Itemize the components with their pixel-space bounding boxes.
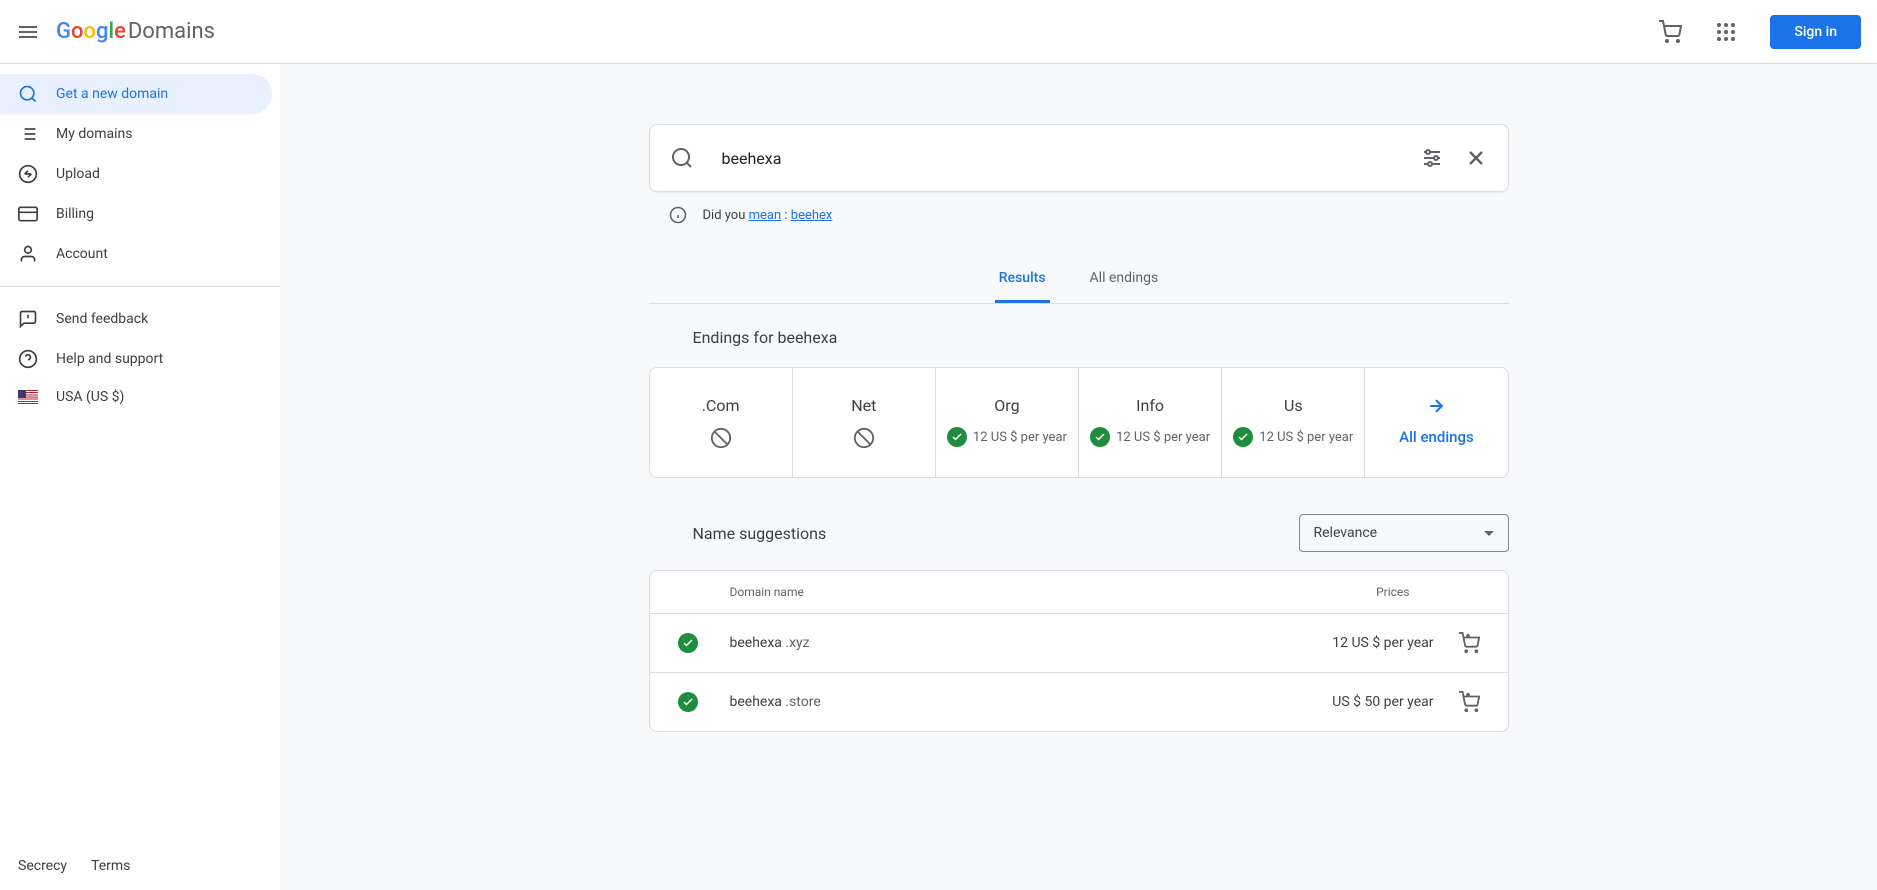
us-flag-icon (18, 390, 38, 404)
credit-card-icon (18, 204, 38, 224)
dropdown-arrow-icon (1484, 531, 1494, 536)
ending-info[interactable]: Info 12 US $ per year (1079, 368, 1222, 477)
close-icon[interactable] (1464, 146, 1488, 170)
dym-sep: : (781, 208, 791, 223)
table-row[interactable]: beehexa .xyz 12 US $ per year (650, 614, 1508, 673)
col-price-header: Prices (1280, 585, 1480, 599)
check-icon (947, 427, 967, 447)
sidebar-item-label: Account (56, 246, 108, 262)
header: Google Domains Sign in (0, 0, 1877, 64)
ending-price: 12 US $ per year (973, 430, 1067, 445)
table-row[interactable]: beehexa .store US $ 50 per year (650, 673, 1508, 731)
ending-price: 12 US $ per year (1259, 430, 1353, 445)
ending-us[interactable]: Us 12 US $ per year (1222, 368, 1365, 477)
check-icon (678, 633, 698, 653)
sidebar-item-label: USA (US $) (56, 389, 124, 405)
ending-tld-label: Org (994, 396, 1019, 415)
sidebar-item-label: Help and support (56, 351, 163, 367)
tab-all-endings[interactable]: All endings (1086, 256, 1163, 303)
search-icon (18, 84, 38, 104)
ending-com[interactable]: .Com (650, 368, 793, 477)
col-domain-header: Domain name (730, 585, 1280, 599)
domain-price: 12 US $ per year (1332, 635, 1433, 651)
add-to-cart-icon[interactable] (1458, 691, 1480, 713)
sidebar-item-account[interactable]: Account (0, 234, 272, 274)
ending-tld-label: Net (851, 396, 876, 415)
apps-icon[interactable] (1714, 20, 1738, 44)
endings-grid: .Com Net Org 12 US $ per year Info (649, 367, 1509, 478)
ending-tld-label: .Com (702, 396, 740, 415)
dym-suggestion-link[interactable]: beehex (791, 208, 833, 223)
ending-net[interactable]: Net (793, 368, 936, 477)
suggestions-title: Name suggestions (693, 524, 827, 543)
ending-price: 12 US $ per year (1116, 430, 1210, 445)
unavailable-icon (710, 427, 732, 449)
all-endings-label: All endings (1399, 428, 1474, 446)
terms-link[interactable]: Terms (91, 858, 130, 874)
tabs: Results All endings (649, 256, 1509, 304)
tab-results[interactable]: Results (995, 256, 1050, 303)
did-you-mean: Did you mean : beehex (649, 192, 1509, 238)
sidebar-item-label: Billing (56, 206, 94, 222)
sidebar-item-my-domains[interactable]: My domains (0, 114, 272, 154)
table-header: Domain name Prices (650, 571, 1508, 614)
sidebar-item-label: Get a new domain (56, 86, 168, 102)
ending-all[interactable]: All endings (1365, 368, 1507, 477)
sidebar: Get a new domain My domains Upload Billi… (0, 64, 280, 890)
domain-tld: .xyz (785, 635, 809, 651)
sort-select[interactable]: Relevance (1299, 514, 1509, 552)
check-icon (1090, 427, 1110, 447)
sidebar-item-help[interactable]: Help and support (0, 339, 272, 379)
sidebar-item-label: My domains (56, 126, 132, 142)
search-input[interactable] (722, 149, 1420, 168)
main-content: Did you mean : beehex Results All ending… (280, 64, 1877, 890)
feedback-icon (18, 309, 38, 329)
help-icon (18, 349, 38, 369)
arrow-right-icon (1426, 396, 1446, 416)
google-logo-text: Google (56, 19, 126, 44)
tune-icon[interactable] (1420, 146, 1444, 170)
logo-product-name: Domains (128, 19, 215, 44)
results-table: Domain name Prices beehexa .xyz 12 US $ … (649, 570, 1509, 732)
domain-name: beehexa (730, 694, 786, 710)
domain-name: beehexa (730, 635, 786, 651)
search-box (649, 124, 1509, 192)
sidebar-footer: Secrecy Terms (0, 842, 280, 890)
ending-tld-label: Us (1284, 396, 1303, 415)
menu-icon[interactable] (16, 20, 40, 44)
sidebar-item-feedback[interactable]: Send feedback (0, 299, 272, 339)
transfer-icon (18, 164, 38, 184)
ending-org[interactable]: Org 12 US $ per year (936, 368, 1079, 477)
sidebar-item-region[interactable]: USA (US $) (0, 379, 272, 415)
check-icon (678, 692, 698, 712)
logo[interactable]: Google Domains (56, 19, 215, 44)
domain-tld: .store (785, 694, 820, 710)
list-icon (18, 124, 38, 144)
sidebar-item-upload[interactable]: Upload (0, 154, 272, 194)
dym-mean-link[interactable]: mean (749, 208, 782, 223)
check-icon (1233, 427, 1253, 447)
person-icon (18, 244, 38, 264)
secrecy-link[interactable]: Secrecy (18, 858, 67, 874)
add-to-cart-icon[interactable] (1458, 632, 1480, 654)
info-icon (669, 206, 687, 224)
sidebar-item-label: Send feedback (56, 311, 148, 327)
domain-price: US $ 50 per year (1332, 694, 1433, 710)
endings-title: Endings for beehexa (649, 304, 1509, 367)
unavailable-icon (853, 427, 875, 449)
sidebar-item-get-new-domain[interactable]: Get a new domain (0, 74, 272, 114)
ending-tld-label: Info (1136, 396, 1164, 415)
sidebar-item-label: Upload (56, 166, 100, 182)
search-icon (670, 146, 694, 170)
dym-prefix: Did you (703, 208, 749, 223)
signin-button[interactable]: Sign in (1770, 15, 1861, 49)
sidebar-item-billing[interactable]: Billing (0, 194, 272, 234)
sort-value: Relevance (1314, 525, 1378, 541)
cart-icon[interactable] (1658, 20, 1682, 44)
